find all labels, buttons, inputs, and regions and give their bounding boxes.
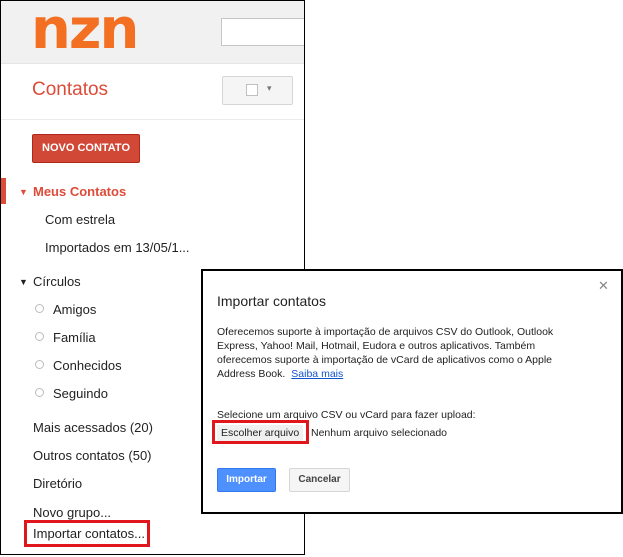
sidebar-item-most-contacted[interactable]: Mais acessados (20)	[33, 420, 153, 435]
checkbox-icon	[246, 84, 258, 96]
nzn-logo: nzn	[31, 0, 139, 62]
sidebar-item-following[interactable]: Seguindo	[53, 386, 108, 401]
sidebar-item-starred[interactable]: Com estrela	[45, 212, 115, 227]
expand-triangle-icon[interactable]: ▼	[19, 187, 28, 197]
dialog-title: Importar contatos	[217, 293, 326, 309]
selected-indicator	[1, 178, 6, 204]
divider	[1, 119, 304, 120]
dialog-description: Oferecemos suporte à importação de arqui…	[217, 325, 567, 381]
dialog-description-text: Oferecemos suporte à importação de arqui…	[217, 326, 554, 380]
sidebar-item-new-group[interactable]: Novo grupo...	[33, 505, 111, 520]
import-contacts-dialog: Importar contatos ✕ Oferecemos suporte à…	[201, 269, 623, 514]
close-icon[interactable]: ✕	[598, 278, 609, 294]
chevron-down-icon: ▾	[267, 83, 272, 93]
circle-icon	[35, 304, 44, 313]
search-input[interactable]	[221, 18, 304, 46]
sidebar-item-directory[interactable]: Diretório	[33, 476, 82, 491]
sidebar-item-acquaintances[interactable]: Conhecidos	[53, 358, 122, 373]
highlight-import-contacts	[24, 520, 150, 547]
file-status: Nenhum arquivo selecionado	[311, 427, 448, 439]
sidebar-item-imported[interactable]: Importados em 13/05/1...	[45, 240, 190, 255]
app-title: Contatos	[32, 79, 109, 100]
learn-more-link[interactable]: Saiba mais	[291, 368, 343, 380]
sidebar-item-friends[interactable]: Amigos	[53, 302, 96, 317]
select-checkbox-dropdown[interactable]: ▾	[222, 76, 293, 105]
sidebar-item-other-contacts[interactable]: Outros contatos (50)	[33, 448, 152, 463]
circle-icon	[35, 360, 44, 369]
top-header: nzn	[1, 1, 304, 64]
expand-triangle-icon[interactable]: ▼	[19, 277, 28, 287]
circle-icon	[35, 332, 44, 341]
highlight-choose-file	[212, 420, 309, 444]
new-contact-button[interactable]: NOVO CONTATO	[32, 134, 140, 163]
circle-icon	[35, 388, 44, 397]
sidebar-item-circles[interactable]: Círculos	[33, 274, 81, 289]
import-button[interactable]: Importar	[217, 468, 276, 492]
sidebar-item-my-contacts[interactable]: Meus Contatos	[33, 184, 126, 199]
sidebar-item-family[interactable]: Família	[53, 330, 96, 345]
cancel-button[interactable]: Cancelar	[289, 468, 350, 492]
